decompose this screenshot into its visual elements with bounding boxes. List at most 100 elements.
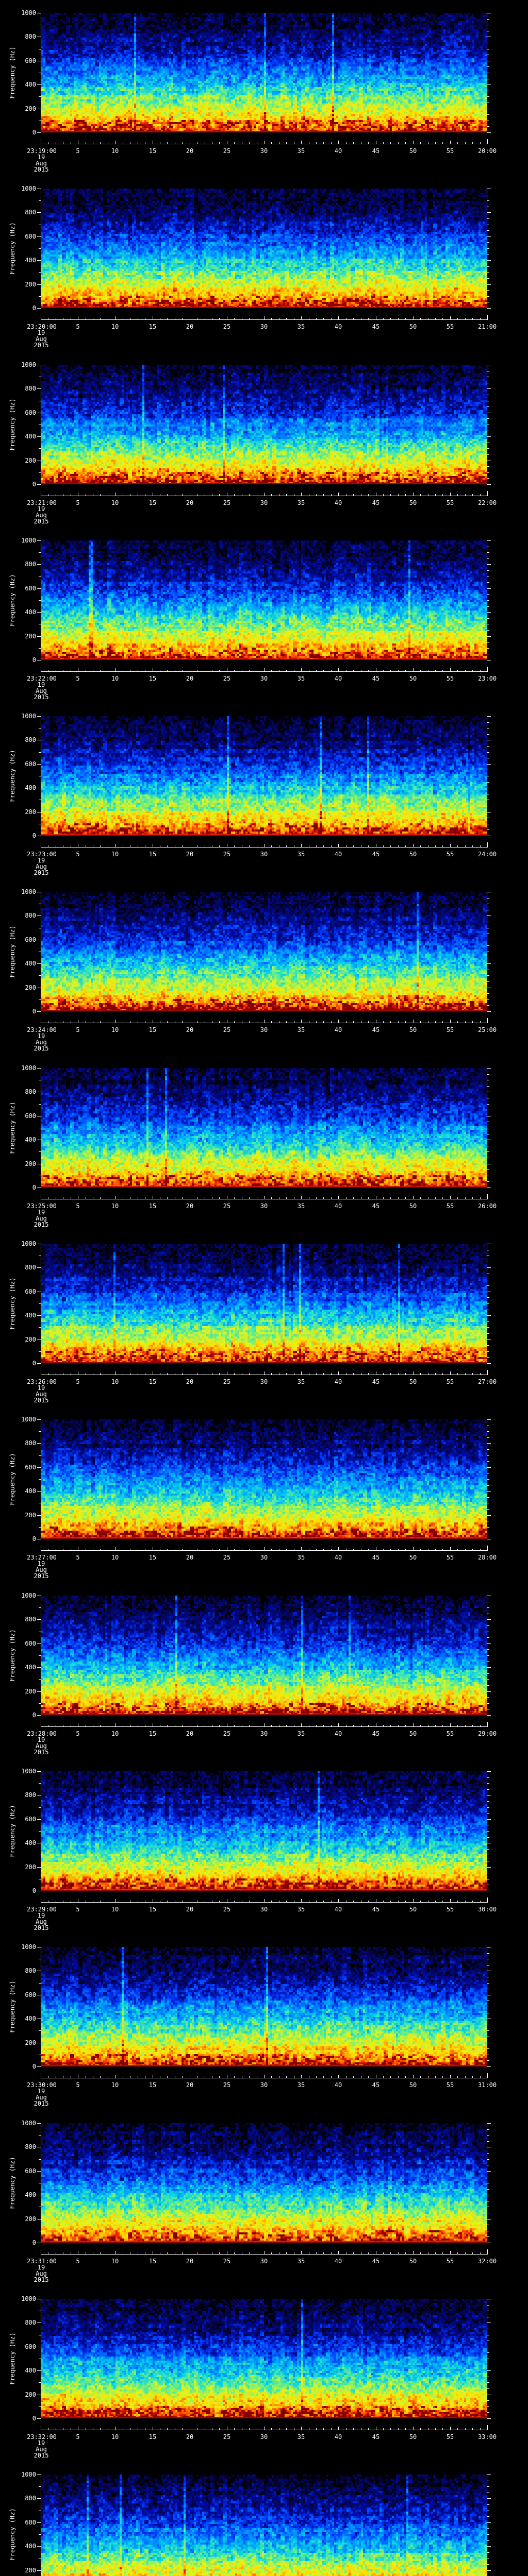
y-minor-tick-left — [39, 2135, 41, 2136]
x-tick-label: 35 — [297, 2258, 305, 2265]
x-tick-label: 25 — [223, 2258, 231, 2265]
x-tick-label: 45 — [372, 1202, 380, 1210]
x-minor-tick — [331, 670, 332, 671]
y-major-tick-right — [487, 764, 491, 765]
end-time-label: 29:00 — [477, 1730, 497, 1737]
x-minor-tick — [182, 494, 183, 496]
x-minor-tick — [457, 142, 458, 144]
x-minor-tick — [167, 1549, 168, 1550]
x-minor-tick — [457, 2076, 458, 2078]
y-minor-tick-right — [487, 1005, 489, 1006]
x-minor-tick — [390, 494, 391, 496]
y-tick-label: 0 — [32, 1360, 36, 1367]
y-minor-tick-left — [39, 248, 41, 249]
x-minor-tick — [472, 1021, 473, 1023]
x-tick-label: 40 — [334, 2433, 342, 2441]
y-minor-tick-right — [487, 2534, 489, 2535]
x-minor-tick — [249, 1197, 250, 1199]
x-minor-tick — [465, 670, 466, 671]
x-minor-tick — [249, 670, 250, 671]
y-major-tick-right — [487, 1643, 491, 1644]
x-major-tick — [115, 2427, 116, 2430]
x-end-tick — [487, 842, 488, 847]
spectrogram-panel: Frequency (Hz) 0 200 400 600 800 1000 5 10 15 20 25… — [0, 0, 528, 176]
x-minor-tick — [249, 2428, 250, 2430]
x-minor-tick — [182, 2076, 183, 2078]
frequency-axis-title: Frequency (Hz) — [9, 2157, 16, 2209]
x-minor-tick — [219, 1725, 220, 1726]
x-tick-label: 20 — [186, 147, 194, 155]
x-tick-label: 30 — [260, 1378, 268, 1385]
y-minor-tick-right — [487, 2305, 489, 2306]
y-tick-label: 1000 — [21, 361, 36, 368]
y-major-tick-left — [37, 716, 41, 717]
y-tick-label: 0 — [32, 129, 36, 136]
x-minor-tick — [442, 1901, 443, 1902]
y-minor-tick-left — [39, 1831, 41, 1832]
y-minor-tick-right — [487, 1649, 489, 1650]
x-tick-label: 35 — [297, 851, 305, 858]
x-tick-label: 20 — [186, 499, 194, 506]
x-minor-tick — [286, 1549, 287, 1550]
x-minor-tick — [465, 494, 466, 496]
y-major-tick-right — [487, 963, 491, 964]
x-minor-tick — [435, 318, 436, 319]
y-tick-label: 200 — [25, 105, 36, 112]
y-tick-label: 400 — [25, 784, 36, 791]
x-major-tick — [450, 1547, 451, 1550]
x-minor-tick — [286, 1725, 287, 1726]
y-minor-tick-right — [487, 2504, 489, 2505]
y-tick-label: 600 — [25, 2343, 36, 2350]
x-tick-label: 10 — [111, 675, 119, 682]
x-minor-tick — [405, 845, 406, 847]
y-major-tick-left — [37, 2498, 41, 2499]
y-minor-tick-left — [39, 1783, 41, 1784]
x-minor-tick — [219, 670, 220, 671]
x-tick-label: 55 — [446, 2433, 454, 2441]
spectrogram-heatmap — [41, 1068, 487, 1188]
x-minor-tick — [100, 1197, 101, 1199]
y-tick-label: 600 — [25, 1991, 36, 1998]
x-tick-label: 15 — [148, 1730, 157, 1737]
y-minor-tick-right — [487, 1321, 489, 1322]
x-minor-tick — [219, 142, 220, 144]
x-major-tick — [413, 1020, 414, 1023]
y-tick-label: 800 — [25, 385, 36, 392]
y-minor-tick-right — [487, 1801, 489, 1802]
x-minor-tick — [383, 1373, 384, 1375]
y-minor-tick-right — [487, 2189, 489, 2190]
x-minor-tick — [323, 2428, 324, 2430]
y-minor-tick-right — [487, 1327, 489, 1328]
x-minor-tick — [316, 2252, 317, 2254]
x-tick-label: 15 — [148, 2433, 157, 2441]
y-tick-label: 400 — [25, 81, 36, 88]
y-major-tick-right — [487, 484, 491, 485]
x-minor-tick — [100, 318, 101, 319]
y-minor-tick-right — [487, 2352, 489, 2353]
y-minor-tick-right — [487, 448, 489, 449]
spectrogram-panel: Frequency (Hz) 0 200 400 600 800 1000 5 10 15 20 25… — [0, 1758, 528, 1935]
y-major-tick-right — [487, 612, 491, 613]
y-major-tick-right — [487, 1691, 491, 1692]
y-tick-label: 1000 — [21, 1768, 36, 1775]
y-tick-label: 800 — [25, 33, 36, 40]
y-tick-label: 600 — [25, 1816, 36, 1823]
y-major-tick-right — [487, 1267, 491, 1268]
x-minor-tick — [472, 845, 473, 847]
y-minor-tick-right — [487, 230, 489, 231]
y-minor-tick-right — [487, 2388, 489, 2389]
x-tick-label: 5 — [76, 1906, 80, 1913]
y-tick-label: 400 — [25, 1487, 36, 1495]
y-minor-tick-right — [487, 1303, 489, 1304]
x-tick-label: 20 — [186, 1202, 194, 1210]
y-major-tick-right — [487, 540, 491, 541]
x-minor-tick — [167, 1197, 168, 1199]
x-tick-label: 10 — [111, 851, 119, 858]
x-minor-tick — [316, 318, 317, 319]
y-tick-label: 600 — [25, 2167, 36, 2175]
y-major-tick-right — [487, 2570, 491, 2571]
y-minor-tick-right — [487, 478, 489, 479]
y-minor-tick-right — [487, 993, 489, 994]
y-tick-label: 1000 — [21, 2295, 36, 2302]
end-time-label: 30:00 — [477, 1906, 497, 1913]
